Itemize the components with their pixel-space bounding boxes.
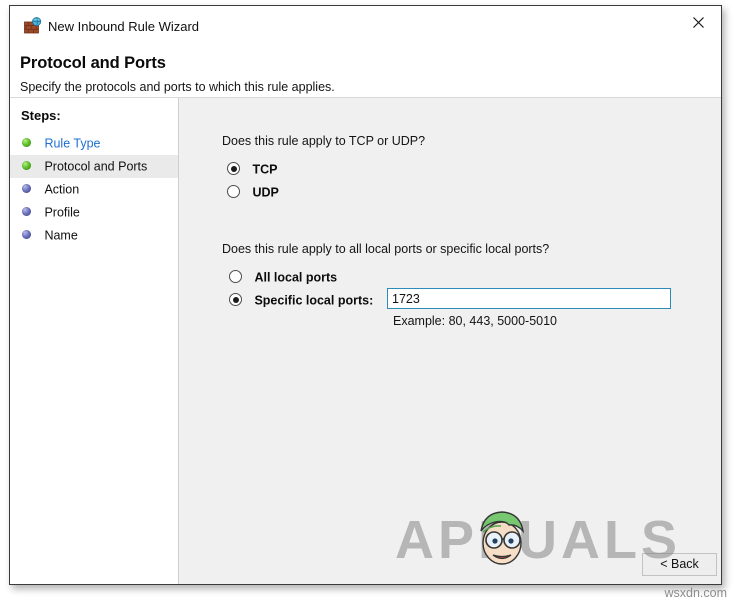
sidebar-item-label: Profile [44, 205, 80, 220]
sidebar-item-rule-type[interactable]: Rule Type [10, 132, 178, 155]
sidebar-item-profile[interactable]: Profile [10, 201, 178, 224]
firewall-brickwall-globe-icon [24, 17, 42, 35]
back-button[interactable]: < Back [642, 553, 717, 576]
ports-question-label: Does this rule apply to all local ports … [222, 242, 550, 256]
sidebar-item-label: Protocol and Ports [44, 159, 148, 174]
page-title: Protocol and Ports [20, 54, 166, 72]
window-title: New Inbound Rule Wizard [48, 19, 200, 34]
steps-heading: Steps: [21, 108, 61, 123]
radio-option-specific-local-ports[interactable]: Specific local ports: [229, 291, 373, 310]
sidebar-item-name[interactable]: Name [10, 224, 178, 247]
specific-ports-input[interactable] [387, 288, 671, 309]
sidebar-item-protocol-and-ports[interactable]: Protocol and Ports [10, 155, 178, 178]
site-credit-text: wsxdn.com [664, 586, 727, 600]
sidebar-item-label: Rule Type [44, 136, 101, 151]
page-root: New Inbound Rule Wizard Protocol and Por… [0, 0, 735, 602]
radio-icon[interactable] [229, 270, 242, 284]
ports-example-hint: Example: 80, 443, 5000-5010 [393, 314, 558, 328]
step-status-icon [22, 207, 31, 217]
radio-label: All local ports [254, 270, 338, 285]
radio-icon[interactable] [227, 162, 240, 176]
radio-option-tcp[interactable]: TCP [227, 160, 277, 179]
page-header: Protocol and Ports Specify the protocols… [10, 47, 721, 97]
wizard-body: Steps: Rule Type Protocol and Ports Acti… [10, 98, 721, 584]
protocol-question-label: Does this rule apply to TCP or UDP? [222, 134, 426, 148]
close-icon[interactable] [676, 6, 721, 36]
wizard-footer: < Back Next > Cancel [348, 508, 721, 584]
step-status-icon [22, 138, 31, 148]
next-button[interactable]: Next > [721, 553, 722, 576]
radio-option-udp[interactable]: UDP [227, 183, 279, 202]
step-status-icon [22, 184, 31, 194]
steps-sidebar: Steps: Rule Type Protocol and Ports Acti… [10, 98, 179, 584]
radio-label: Specific local ports: [254, 293, 374, 308]
page-subtitle: Specify the protocols and ports to which… [20, 80, 335, 94]
radio-label: TCP [252, 162, 278, 177]
radio-icon[interactable] [227, 185, 240, 199]
radio-option-all-local-ports[interactable]: All local ports [229, 268, 337, 287]
wizard-window: New Inbound Rule Wizard Protocol and Por… [9, 5, 722, 585]
content-pane: Does this rule apply to TCP or UDP? TCP … [179, 98, 721, 584]
step-status-icon [22, 230, 31, 240]
sidebar-item-label: Name [44, 228, 78, 243]
step-status-icon [22, 161, 31, 171]
radio-label: UDP [252, 185, 279, 200]
sidebar-item-action[interactable]: Action [10, 178, 178, 201]
steps-list: Rule Type Protocol and Ports Action Prof… [10, 132, 178, 247]
sidebar-item-label: Action [44, 182, 80, 197]
radio-icon[interactable] [229, 293, 242, 307]
title-bar: New Inbound Rule Wizard [10, 6, 721, 47]
